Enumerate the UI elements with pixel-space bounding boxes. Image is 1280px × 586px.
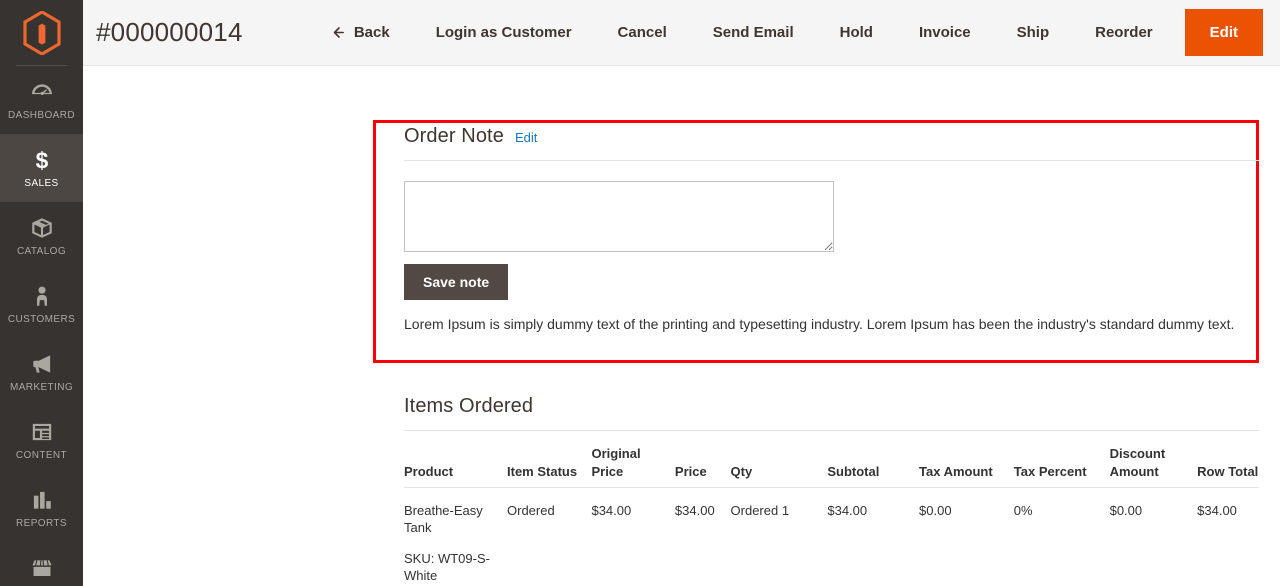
product-sku: SKU: WT09-S-White <box>404 550 490 583</box>
megaphone-icon <box>29 351 55 377</box>
column-header-tax-percent: Tax Percent <box>1013 445 1110 489</box>
storefront-icon <box>29 555 55 581</box>
column-header-qty: Qty <box>730 445 828 489</box>
edit-button[interactable]: Edit <box>1184 9 1263 56</box>
cancel-button-label: Cancel <box>617 24 667 41</box>
order-note-section: Order Note Edit Save note Lorem Ipsum is… <box>404 125 1259 336</box>
page-header: #000000014 Back Login as Customer Cancel… <box>83 0 1280 66</box>
back-button[interactable]: Back <box>307 0 413 65</box>
ship-button-label: Ship <box>1016 24 1050 41</box>
layout-icon <box>29 419 55 445</box>
reorder-button[interactable]: Reorder <box>1072 0 1176 65</box>
cell-qty: Ordered 1 <box>730 503 790 519</box>
reorder-button-label: Reorder <box>1095 24 1153 41</box>
hold-button[interactable]: Hold <box>817 0 896 65</box>
sidebar-item-label: Sales <box>24 178 59 189</box>
column-header-item-status: Item Status <box>507 445 592 489</box>
order-note-edit-link[interactable]: Edit <box>515 130 537 145</box>
product-name: Breathe-Easy Tank <box>404 503 483 535</box>
box-icon <box>29 215 55 241</box>
header-action-bar: Back Login as Customer Cancel Send Email… <box>307 0 1280 65</box>
arrow-left-icon <box>330 25 345 40</box>
items-ordered-title: Items Ordered <box>404 395 534 417</box>
table-head: Product Item Status Original Price Price… <box>404 445 1259 489</box>
order-note-textarea[interactable] <box>404 181 834 252</box>
cell-subtotal: $34.00 <box>827 503 868 519</box>
order-note-header: Order Note Edit <box>404 125 1259 161</box>
table-body: Breathe-Easy Tank SKU: WT09-S-White Orde… <box>404 488 1259 585</box>
cell-item-status: Ordered <box>507 503 555 519</box>
column-header-tax-amount: Tax Amount <box>919 445 1014 489</box>
cell-price: $34.00 <box>674 503 715 519</box>
column-header-discount-amount: Discount Amount <box>1109 445 1198 489</box>
sidebar-item-reports[interactable]: Reports <box>0 474 83 542</box>
order-view-page: Dashboard $ Sales Catalog Customers Mark… <box>0 0 1280 586</box>
column-header-price: Price <box>674 445 731 489</box>
send-email-label: Send Email <box>712 24 794 41</box>
back-button-label: Back <box>353 24 390 41</box>
table-row: Breathe-Easy Tank SKU: WT09-S-White Orde… <box>404 488 1259 585</box>
edit-button-label: Edit <box>1209 24 1238 41</box>
sidebar-item-label: Dashboard <box>8 110 75 121</box>
cell-tax-percent: 0% <box>1013 503 1033 519</box>
cell-original-price: $34.00 <box>591 503 632 519</box>
sidebar-item-label: Content <box>15 450 68 461</box>
admin-sidebar: Dashboard $ Sales Catalog Customers Mark… <box>0 0 83 586</box>
sidebar-item-label: Catalog <box>16 246 67 257</box>
page-content: Order Note Edit Save note Lorem Ipsum is… <box>83 67 1280 586</box>
sidebar-item-label: Customers <box>7 314 76 325</box>
invoice-button-label: Invoice <box>918 24 971 41</box>
items-ordered-section: Items Ordered Product Item Status Origin… <box>404 395 1259 585</box>
cell-row-total: $34.00 <box>1197 503 1237 519</box>
items-ordered-table: Product Item Status Original Price Price… <box>404 445 1259 585</box>
dollar-icon: $ <box>29 147 55 173</box>
sidebar-item-label: Reports <box>16 518 67 529</box>
column-header-product: Product <box>404 445 507 489</box>
sidebar-item-content[interactable]: Content <box>0 406 83 474</box>
cell-product: Breathe-Easy Tank SKU: WT09-S-White <box>404 488 507 585</box>
sidebar-item-stores[interactable]: Stores <box>0 542 83 586</box>
column-header-original-price: Original Price <box>591 445 675 489</box>
order-note-description: Lorem Ipsum is simply dummy text of the … <box>404 316 1235 332</box>
dashboard-icon <box>29 79 55 105</box>
order-note-title: Order Note <box>404 125 504 147</box>
items-ordered-header: Items Ordered <box>404 395 1259 431</box>
sidebar-item-marketing[interactable]: Marketing <box>0 338 83 406</box>
person-icon <box>29 283 55 309</box>
table-header-row: Product Item Status Original Price Price… <box>404 445 1259 489</box>
page-title: #000000014 <box>96 17 243 47</box>
sidebar-item-customers[interactable]: Customers <box>0 270 83 338</box>
sidebar-item-catalog[interactable]: Catalog <box>0 202 83 270</box>
save-note-button[interactable]: Save note <box>404 264 509 300</box>
svg-text:$: $ <box>35 148 48 173</box>
sidebar-item-sales[interactable]: $ Sales <box>0 134 83 202</box>
bar-chart-icon <box>29 487 55 513</box>
column-header-row-total: Row Total <box>1197 445 1259 489</box>
sidebar-item-label: Marketing <box>9 382 74 393</box>
ship-button[interactable]: Ship <box>994 0 1073 65</box>
send-email-button[interactable]: Send Email <box>690 0 817 65</box>
cell-discount-amount: $0.00 <box>1109 503 1143 519</box>
magento-logo[interactable] <box>0 0 83 66</box>
cell-tax-amount: $0.00 <box>919 503 952 519</box>
login-as-customer-button[interactable]: Login as Customer <box>413 0 595 65</box>
cancel-button[interactable]: Cancel <box>595 0 690 65</box>
hold-button-label: Hold <box>839 24 873 41</box>
column-header-subtotal: Subtotal <box>827 445 920 489</box>
invoice-button[interactable]: Invoice <box>896 0 994 65</box>
sidebar-item-dashboard[interactable]: Dashboard <box>0 66 83 134</box>
login-as-customer-label: Login as Customer <box>435 24 572 41</box>
